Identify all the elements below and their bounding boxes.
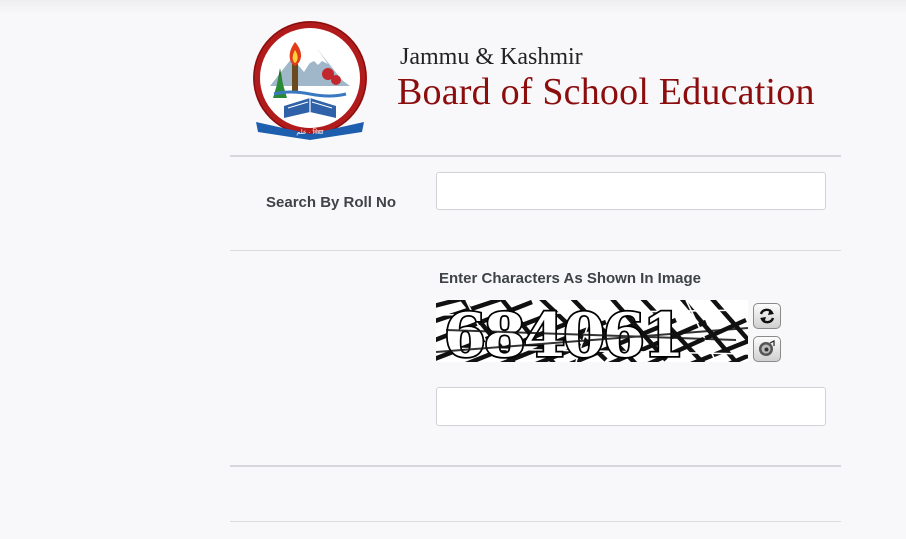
jkbose-logo: Jammu & Kashmir Board Of School Educatio… [250,14,367,140]
captcha-label: Enter Characters As Shown In Image [439,270,702,287]
svg-text:ﻋﻠﻢ · विद्या: ﻋﻠﻢ · विद्या [296,128,324,136]
row-divider [230,250,841,251]
roll-no-input[interactable] [436,172,826,210]
audio-icon [759,340,775,356]
top-strip [0,0,906,14]
audio-captcha-button[interactable] [753,336,781,362]
form-divider [230,465,841,467]
brand-subtitle: Jammu & Kashmir [400,44,583,70]
refresh-icon [759,308,775,324]
footer-divider [230,521,841,522]
roll-no-label: Search By Roll No [266,194,397,211]
captcha-image: 684061 [436,300,748,362]
refresh-captcha-button[interactable] [753,303,781,329]
brand-title: Board of School Education [397,71,815,113]
captcha-input[interactable] [436,387,826,426]
header-divider [230,155,841,157]
